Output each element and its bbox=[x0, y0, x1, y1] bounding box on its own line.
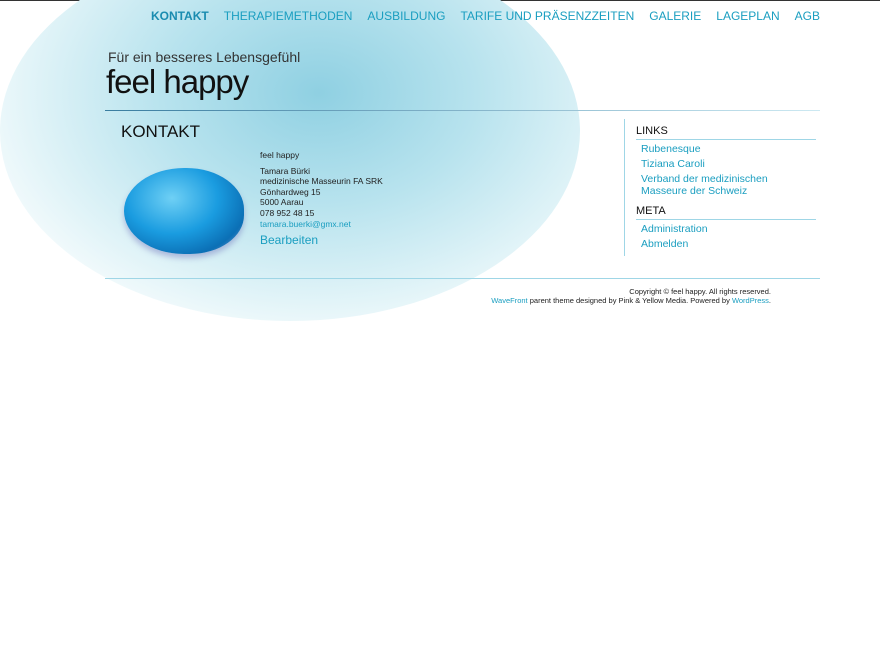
edit-link[interactable]: Bearbeiten bbox=[260, 234, 383, 246]
theme-credit: parent theme designed by Pink & Yellow M… bbox=[527, 296, 732, 305]
page-title: KONTAKT bbox=[121, 122, 201, 141]
link-rubenesque[interactable]: Rubenesque bbox=[641, 143, 816, 155]
links-widget: LINKS Rubenesque Tiziana Caroli Verband … bbox=[636, 125, 816, 197]
link-tiziana-caroli[interactable]: Tiziana Caroli bbox=[641, 158, 816, 170]
contact-city: 5000 Aarau bbox=[260, 197, 304, 208]
blue-stone-image bbox=[124, 168, 244, 254]
footer: Copyright © feel happy. All rights reser… bbox=[491, 287, 771, 305]
footer-end: . bbox=[768, 296, 771, 305]
main-nav: KONTAKT THERAPIEMETHODEN AUSBILDUNG TARI… bbox=[151, 9, 820, 23]
link-administration[interactable]: Administration bbox=[641, 223, 816, 235]
site-title[interactable]: feel happy bbox=[106, 63, 249, 101]
nav-therapiemethoden[interactable]: THERAPIEMETHODEN bbox=[224, 9, 353, 23]
nav-lageplan[interactable]: LAGEPLAN bbox=[716, 9, 779, 23]
meta-title: META bbox=[636, 205, 816, 220]
contact-email-link[interactable]: tamara.buerki@gmx.net bbox=[260, 219, 351, 229]
header-divider bbox=[105, 110, 820, 111]
company-name: feel happy bbox=[260, 150, 300, 160]
footer-divider bbox=[105, 278, 820, 279]
nav-agb[interactable]: AGB bbox=[795, 9, 820, 23]
links-title: LINKS bbox=[636, 125, 816, 140]
nav-tarife[interactable]: TARIFE UND PRÄSENZZEITEN bbox=[460, 9, 634, 23]
meta-widget: META Administration Abmelden bbox=[636, 205, 816, 250]
contact-street: Gönhardweg 15 bbox=[260, 186, 321, 197]
wavefront-link[interactable]: WaveFront bbox=[491, 296, 527, 305]
link-abmelden[interactable]: Abmelden bbox=[641, 238, 816, 250]
contact-profession: medizinische Masseurin FA SRK bbox=[260, 176, 383, 187]
sidebar-divider bbox=[624, 119, 625, 256]
link-verband[interactable]: Verband der medizinischen Masseure der S… bbox=[641, 173, 781, 197]
contact-info: feel happy Tamara Bürki medizinische Mas… bbox=[260, 150, 383, 246]
wordpress-link[interactable]: WordPress bbox=[732, 296, 769, 305]
nav-galerie[interactable]: GALERIE bbox=[649, 9, 701, 23]
copyright: Copyright © feel happy. All rights reser… bbox=[629, 287, 771, 296]
contact-name: Tamara Bürki bbox=[260, 165, 311, 176]
nav-kontakt[interactable]: KONTAKT bbox=[151, 9, 209, 23]
nav-ausbildung[interactable]: AUSBILDUNG bbox=[367, 9, 445, 23]
contact-phone: 078 952 48 15 bbox=[260, 207, 315, 218]
